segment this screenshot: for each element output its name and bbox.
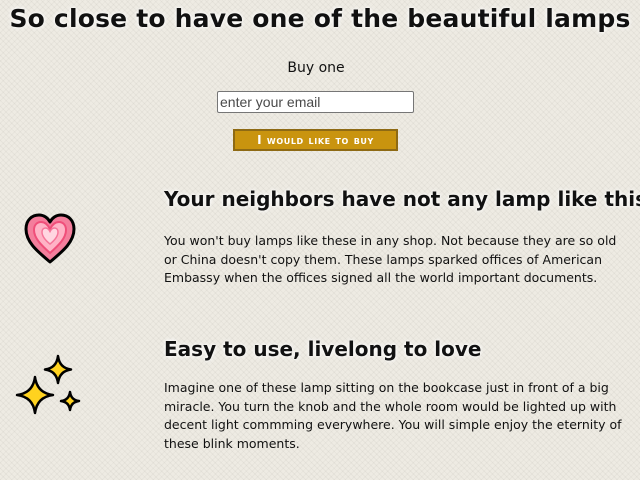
email-field[interactable] — [217, 91, 414, 113]
section-heading-easy-to-use: Easy to use, livelong to love — [164, 337, 482, 361]
section-text-neighbors: You won't buy lamps like these in any sh… — [164, 233, 617, 285]
section-text-easy-to-use: Imagine one of these lamp sitting on the… — [164, 380, 622, 451]
sparkles-icon — [15, 354, 81, 415]
section-heading-neighbors: Your neighbors have not any lamp like th… — [164, 187, 640, 211]
heart-icon — [24, 213, 76, 264]
page-title: So close to have one of the beautiful la… — [9, 4, 631, 33]
buy-button[interactable]: I would like to buy — [233, 129, 398, 151]
buy-label: Buy one — [287, 60, 345, 76]
